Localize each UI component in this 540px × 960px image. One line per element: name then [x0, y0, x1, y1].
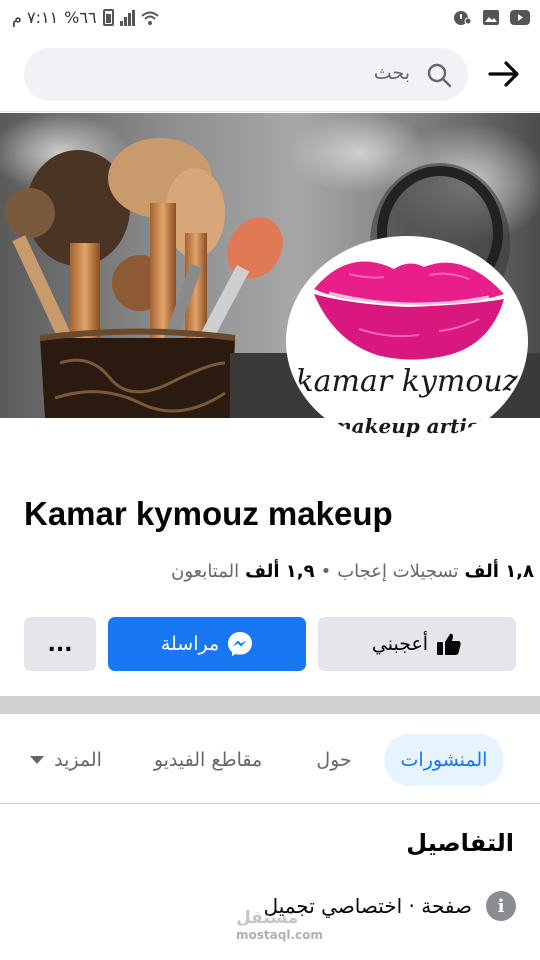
- profile-picture[interactable]: kamar kymouz makeup artist: [286, 236, 528, 446]
- messenger-icon: [228, 632, 253, 656]
- thumbs-up-icon: [437, 633, 461, 655]
- tab-about[interactable]: حول: [303, 734, 365, 786]
- page-tabs: المنشورات حول مقاطع الفيديو المزيد: [0, 714, 540, 804]
- battery-percent: %٦٦: [64, 8, 97, 27]
- like-button[interactable]: أعجبني: [318, 617, 516, 671]
- signal-icon: [119, 9, 135, 26]
- likes-label: تسجيلات إعجاب: [337, 561, 459, 582]
- more-options-button[interactable]: ...: [24, 617, 96, 671]
- page-title: Kamar kymouz makeup: [24, 495, 393, 532]
- like-label: أعجبني: [371, 633, 429, 655]
- battery-icon: [102, 9, 114, 26]
- status-bar: ٧:١١ م %٦٦: [0, 0, 540, 36]
- media-icon: [454, 11, 472, 25]
- search-placeholder: بحث: [373, 62, 410, 84]
- youtube-icon: [510, 10, 530, 25]
- tab-posts[interactable]: المنشورات: [384, 734, 504, 786]
- watermark-domain: mostaql.com: [236, 928, 323, 942]
- search-input[interactable]: بحث: [24, 48, 468, 101]
- clock: ٧:١١ م: [12, 8, 59, 27]
- wifi-icon: [140, 11, 159, 25]
- page-stats: ١,٨ ألف تسجيلات إعجاب • ١,٩ ألف المتابعو…: [171, 561, 534, 582]
- followers-label: المتابعون: [171, 561, 240, 582]
- followers-count: ١,٩ ألف: [245, 561, 315, 582]
- likes-count: ١,٨ ألف: [464, 561, 534, 582]
- lips-logo-image: kamar kymouz makeup artist: [295, 261, 519, 438]
- info-icon: i: [486, 891, 516, 921]
- logo-tagline-text: makeup artist: [330, 414, 488, 438]
- tab-more-label: المزيد: [54, 749, 102, 771]
- message-label: مراسلة: [160, 633, 220, 655]
- back-arrow-icon[interactable]: [486, 56, 522, 92]
- top-header: بحث: [0, 36, 540, 112]
- watermark: مستقل mostaql.com: [236, 908, 323, 942]
- more-dots-icon: ...: [47, 631, 73, 657]
- section-divider: [0, 696, 540, 714]
- watermark-brand: مستقل: [236, 908, 299, 928]
- status-right: [452, 9, 530, 26]
- search-icon: [427, 63, 452, 88]
- stats-separator: •: [320, 561, 332, 582]
- status-left: ٧:١١ م %٦٦: [12, 8, 159, 27]
- logo-script-text: kamar kymouz: [295, 364, 518, 399]
- message-button[interactable]: مراسلة: [108, 617, 306, 671]
- tab-videos[interactable]: مقاطع الفيديو: [142, 734, 274, 786]
- caret-down-icon: [30, 756, 45, 764]
- image-icon: [483, 10, 499, 25]
- details-title: التفاصيل: [406, 829, 514, 857]
- tab-more[interactable]: المزيد: [20, 734, 112, 786]
